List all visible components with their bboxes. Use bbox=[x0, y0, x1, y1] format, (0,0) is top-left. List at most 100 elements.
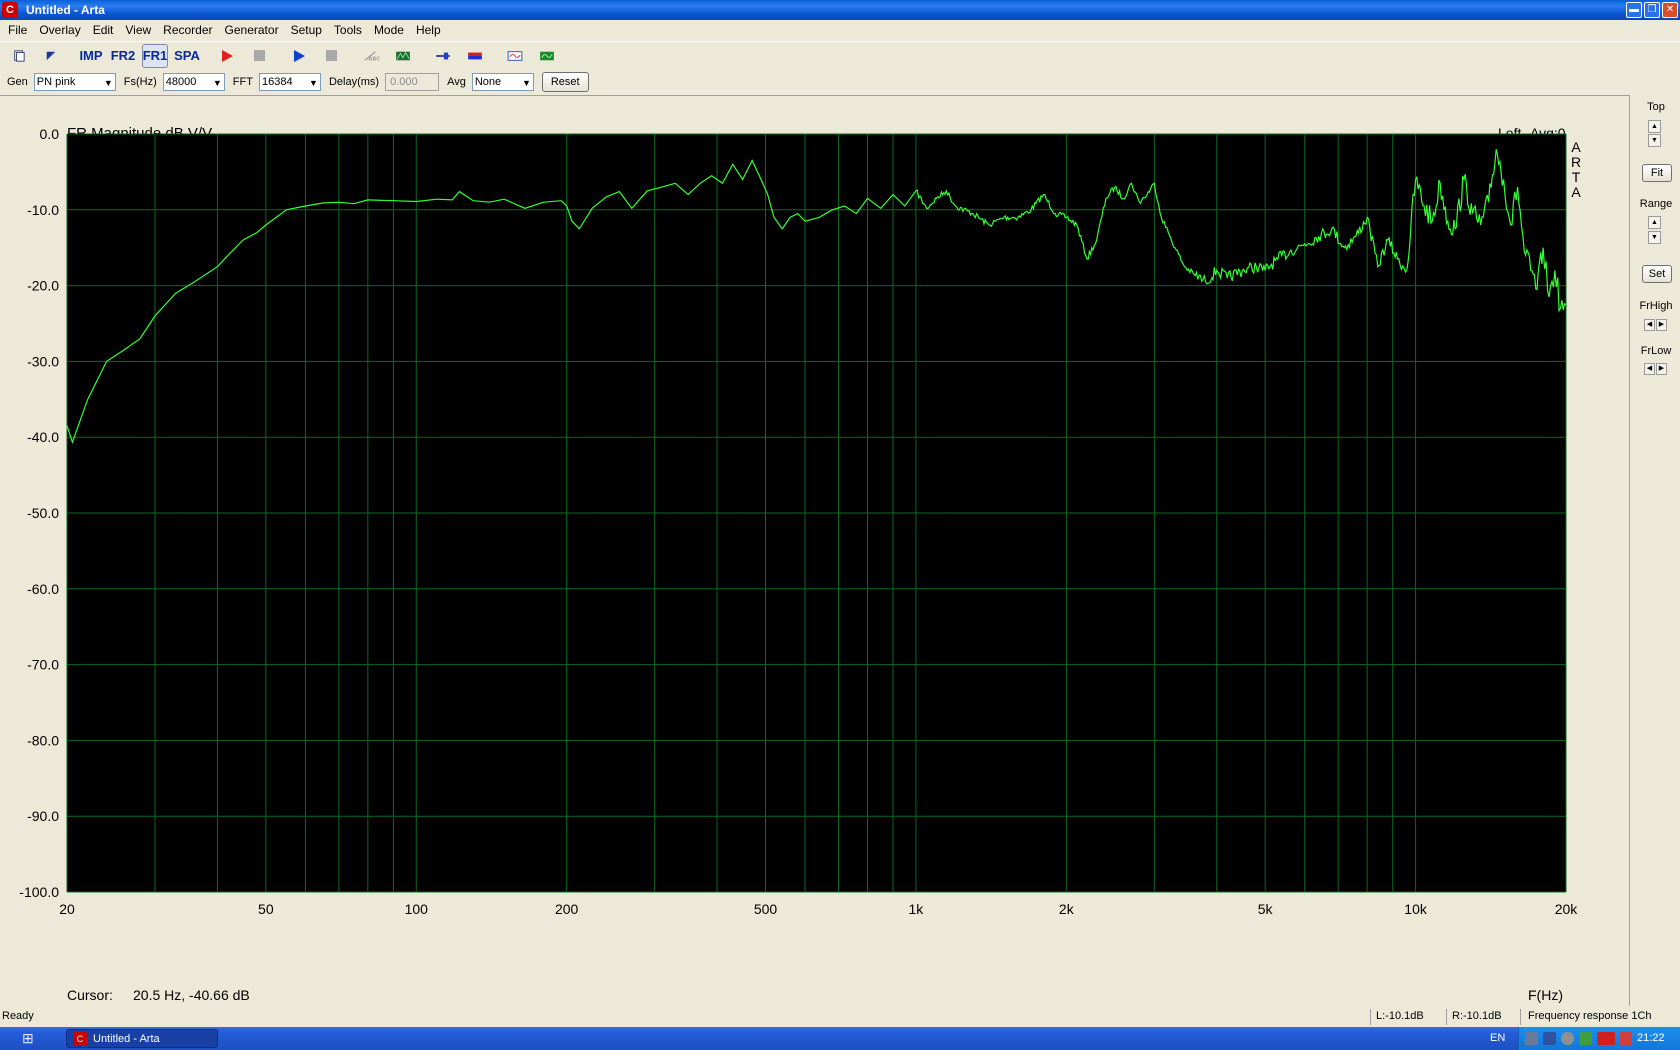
frhigh-label: FrHigh bbox=[1639, 300, 1673, 312]
arta-watermark-letter: T bbox=[1572, 169, 1581, 185]
y-tick-label: -10.0 bbox=[27, 202, 59, 218]
x-tick-label: 200 bbox=[555, 901, 579, 917]
fit-button[interactable]: Fit bbox=[1642, 164, 1672, 182]
window-title: Untitled - Arta bbox=[26, 3, 105, 17]
x-tick-label: 100 bbox=[405, 901, 429, 917]
close-button[interactable]: ✕ bbox=[1662, 2, 1678, 18]
new-document-icon[interactable] bbox=[6, 44, 32, 68]
x-tick-label: 500 bbox=[754, 901, 778, 917]
network-icon[interactable] bbox=[1525, 1032, 1538, 1045]
fft-size-select[interactable]: 16384 ▼ bbox=[258, 73, 321, 91]
status-ready: Ready bbox=[2, 1010, 34, 1022]
scope-blue-icon[interactable] bbox=[502, 44, 528, 68]
abc-icon[interactable]: ABC bbox=[358, 44, 384, 68]
right-panel: Top ▲ ▼ Fit Range ▲ ▼ Set FrHigh ◀ ▶ FrL… bbox=[1632, 95, 1680, 1006]
menu-view[interactable]: View bbox=[119, 23, 157, 37]
chevron-down-icon: ▼ bbox=[309, 78, 318, 88]
frlow-left-arrow-icon[interactable]: ◀ bbox=[1644, 363, 1655, 375]
top-label: Top bbox=[1647, 101, 1665, 113]
delay-label: Delay(ms) bbox=[328, 76, 380, 88]
top-up-arrow-icon[interactable]: ▲ bbox=[1648, 120, 1661, 133]
y-tick-label: -70.0 bbox=[27, 657, 59, 673]
arrow-icon[interactable] bbox=[1619, 1032, 1632, 1045]
menu-file[interactable]: File bbox=[2, 23, 33, 37]
reset-button[interactable]: Reset bbox=[541, 72, 589, 92]
impulse-mode-button[interactable]: IMP bbox=[78, 44, 104, 68]
arta-app-icon[interactable]: C bbox=[2, 2, 18, 18]
y-tick-label: -20.0 bbox=[27, 278, 59, 294]
generator-select[interactable]: PN pink ▼ bbox=[33, 73, 116, 91]
windows-flag-icon[interactable]: ⊞ bbox=[22, 1030, 42, 1047]
left-level: L:-10.1dB bbox=[1376, 1010, 1424, 1022]
menu-overlay[interactable]: Overlay bbox=[33, 23, 86, 37]
title-bar: C Untitled - Arta ▬ ❐ ✕ bbox=[0, 0, 1680, 20]
range-down-arrow-icon[interactable]: ▼ bbox=[1648, 231, 1661, 244]
sample-rate-select[interactable]: 48000 ▼ bbox=[162, 73, 225, 91]
menu-tools[interactable]: Tools bbox=[328, 23, 368, 37]
overlay-icon[interactable] bbox=[390, 44, 416, 68]
menu-generator[interactable]: Generator bbox=[219, 23, 285, 37]
display-icon[interactable] bbox=[1543, 1032, 1556, 1045]
volume-icon[interactable] bbox=[1561, 1032, 1574, 1045]
mode-status: Frequency response 1Ch bbox=[1528, 1010, 1652, 1022]
language-indicator[interactable]: EN bbox=[1490, 1032, 1505, 1044]
fr2-mode-button[interactable]: FR2 bbox=[110, 44, 136, 68]
slider-icon[interactable] bbox=[430, 44, 456, 68]
generator-stop-icon[interactable] bbox=[318, 44, 344, 68]
spa-mode-button[interactable]: SPA bbox=[174, 44, 200, 68]
maximize-button[interactable]: ❐ bbox=[1644, 2, 1660, 18]
color-bar-icon[interactable] bbox=[462, 44, 488, 68]
menu-setup[interactable]: Setup bbox=[285, 23, 328, 37]
svg-text:ABC: ABC bbox=[368, 56, 380, 62]
taskbar: ⊞ C Untitled - Arta EN 21:22 bbox=[0, 1027, 1680, 1050]
menu-mode[interactable]: Mode bbox=[368, 23, 410, 37]
arta-task-icon: C bbox=[73, 1031, 87, 1046]
x-axis-label: F(Hz) bbox=[1528, 987, 1563, 1003]
frhigh-right-arrow-icon[interactable]: ▶ bbox=[1656, 319, 1667, 331]
gen-label: Gen bbox=[7, 76, 28, 88]
menu-edit[interactable]: Edit bbox=[87, 23, 120, 37]
taskbar-arta-label: Untitled - Arta bbox=[93, 1032, 160, 1045]
top-down-arrow-icon[interactable]: ▼ bbox=[1648, 134, 1661, 147]
scope-green-icon[interactable] bbox=[534, 44, 560, 68]
y-tick-label: -50.0 bbox=[27, 505, 59, 521]
arta-watermark-letter: A bbox=[1571, 184, 1581, 200]
fr1-mode-button[interactable]: FR1 bbox=[142, 43, 168, 68]
toolbar: IMP FR2 FR1 SPA ABC bbox=[0, 41, 1680, 69]
cursor-label: Cursor: bbox=[67, 987, 113, 1003]
chevron-down-icon: ▼ bbox=[521, 78, 531, 88]
minimize-button[interactable]: ▬ bbox=[1626, 2, 1642, 18]
frhigh-left-arrow-icon[interactable]: ◀ bbox=[1644, 319, 1655, 331]
ati-icon[interactable] bbox=[1597, 1032, 1615, 1045]
menu-bar: File Overlay Edit View Recorder Generato… bbox=[0, 20, 1680, 40]
clock: 21:22 bbox=[1637, 1032, 1665, 1044]
sample-rate-value: 48000 bbox=[165, 76, 197, 88]
open-icon[interactable] bbox=[38, 44, 64, 68]
status-separator bbox=[1520, 1009, 1521, 1025]
averaging-select[interactable]: None ▼ bbox=[471, 73, 534, 91]
record-play-icon[interactable] bbox=[214, 44, 240, 68]
fs-label: Fs(Hz) bbox=[123, 76, 157, 88]
status-bar: Ready L:-10.1dB R:-10.1dB Frequency resp… bbox=[0, 1007, 1680, 1027]
taskbar-arta-button[interactable]: C Untitled - Arta bbox=[66, 1029, 218, 1048]
range-up-arrow-icon[interactable]: ▲ bbox=[1648, 216, 1661, 229]
menu-recorder[interactable]: Recorder bbox=[157, 23, 218, 37]
y-tick-label: -60.0 bbox=[27, 581, 59, 597]
control-bar: Gen PN pink ▼ Fs(Hz) 48000 ▼ FFT 16384 ▼… bbox=[0, 70, 1680, 94]
delay-field[interactable]: 0.000 bbox=[385, 73, 440, 91]
set-button[interactable]: Set bbox=[1642, 265, 1672, 283]
right-level: R:-10.1dB bbox=[1452, 1010, 1502, 1022]
x-tick-label: 1k bbox=[909, 901, 925, 917]
frequency-response-chart[interactable]: FR Magnitude dB V/V Left Avg:0 ARTA 0.0-… bbox=[0, 96, 1630, 1007]
record-stop-icon[interactable] bbox=[246, 44, 272, 68]
menu-help[interactable]: Help bbox=[410, 23, 447, 37]
y-tick-label: -80.0 bbox=[27, 732, 59, 748]
cursor-readout: 20.5 Hz, -40.66 dB bbox=[133, 987, 250, 1003]
y-tick-label: 0.0 bbox=[40, 126, 60, 142]
security-icon[interactable] bbox=[1579, 1032, 1592, 1045]
generator-play-icon[interactable] bbox=[286, 44, 312, 68]
generator-select-value: PN pink bbox=[36, 76, 76, 88]
frlow-right-arrow-icon[interactable]: ▶ bbox=[1656, 363, 1667, 375]
plot-frame: FR Magnitude dB V/V Left Avg:0 ARTA 0.0-… bbox=[0, 95, 1630, 1006]
averaging-value: None bbox=[474, 76, 502, 88]
